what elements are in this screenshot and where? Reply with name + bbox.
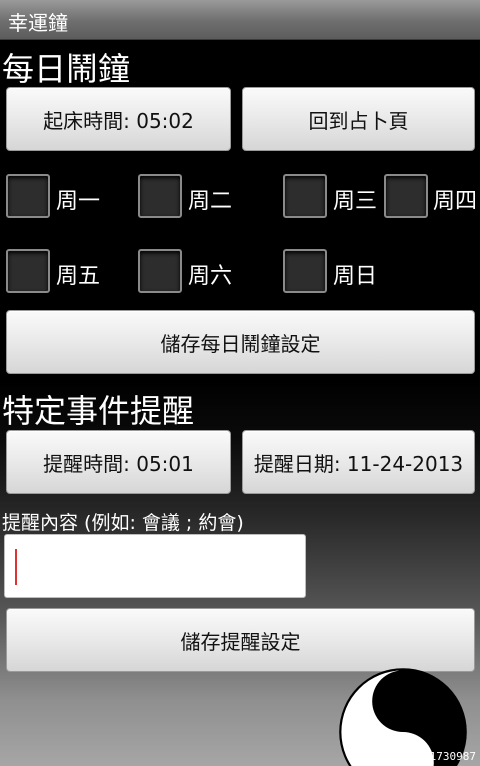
checkbox-sunday[interactable] (283, 249, 327, 293)
label-friday: 周五 (56, 264, 101, 289)
reminder-date-button[interactable]: 提醒日期: 11-24-2013 (242, 430, 475, 494)
checkbox-tuesday[interactable] (138, 174, 182, 218)
watermark-text: #1730987 (423, 750, 476, 763)
checkbox-monday[interactable] (6, 174, 50, 218)
label-wednesday: 周三 (333, 189, 378, 214)
save-reminder-button[interactable]: 儲存提醒設定 (6, 608, 475, 672)
checkbox-friday[interactable] (6, 249, 50, 293)
text-caret (15, 549, 17, 585)
label-sunday: 周日 (333, 264, 378, 289)
reminder-content-label: 提醒內容 (例如: 會議 ; 約會) (2, 512, 244, 534)
label-thursday: 周四 (433, 189, 478, 214)
checkbox-wednesday[interactable] (283, 174, 327, 218)
app-title: 幸運鐘 (8, 11, 68, 35)
label-monday: 周一 (56, 189, 101, 214)
label-tuesday: 周二 (188, 189, 233, 214)
wake-time-button[interactable]: 起床時間: 05:02 (6, 87, 231, 151)
save-daily-alarm-button[interactable]: 儲存每日鬧鐘設定 (6, 310, 475, 374)
label-saturday: 周六 (188, 264, 233, 289)
reminder-content-input[interactable] (4, 534, 306, 598)
back-to-divination-button[interactable]: 回到占卜頁 (242, 87, 475, 151)
daily-alarm-heading: 每日鬧鐘 (2, 50, 131, 88)
event-reminder-heading: 特定事件提醒 (2, 392, 195, 430)
checkbox-saturday[interactable] (138, 249, 182, 293)
reminder-time-button[interactable]: 提醒時間: 05:01 (6, 430, 231, 494)
title-bar: 幸運鐘 (0, 0, 480, 40)
checkbox-thursday[interactable] (384, 174, 428, 218)
